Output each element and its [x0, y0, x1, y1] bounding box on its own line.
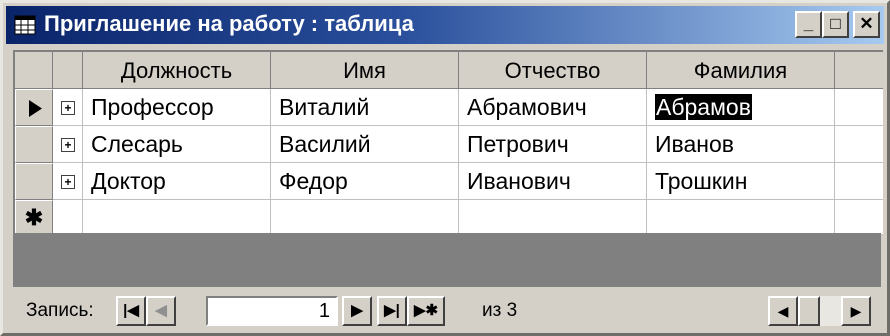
header-filler — [835, 52, 883, 89]
row-selector[interactable] — [15, 126, 53, 163]
table-cell[interactable]: Слесарь — [83, 126, 271, 163]
table-cell[interactable]: Профессор — [83, 89, 271, 126]
expand-column-header — [53, 52, 83, 89]
current-record-arrow-icon — [29, 100, 42, 117]
minimize-button[interactable]: _ — [795, 11, 822, 38]
column-header-label: Фамилия — [693, 58, 788, 83]
table-cell-selected[interactable]: Абрамов — [647, 89, 835, 126]
table-window: Приглашение на работу : таблица _ □ ✕ До… — [0, 0, 890, 336]
table-cell[interactable]: Федор — [271, 163, 459, 200]
row-filler — [835, 89, 883, 126]
row-selector[interactable] — [15, 89, 53, 126]
window-title: Приглашение на работу : таблица — [44, 11, 414, 36]
table-cell[interactable]: Василий — [271, 126, 459, 163]
new-record-cell[interactable] — [647, 200, 835, 235]
new-record-cell[interactable] — [83, 200, 271, 235]
datasheet-empty-area — [13, 233, 881, 287]
expand-toggle[interactable]: + — [53, 89, 83, 126]
record-navigation-bar: Запись: |◀ ◀ 1 ▶ ▶| ▶✱ из 3 ◀ ▶ — [13, 292, 881, 330]
column-header-label: Имя — [343, 58, 386, 83]
title-bar[interactable]: Приглашение на работу : таблица _ □ ✕ — [6, 6, 884, 44]
datasheet-grid: Должность Имя Отчество Фамилия + Професс… — [13, 50, 883, 235]
column-header-label: Должность — [120, 58, 233, 83]
column-header-otchestvo[interactable]: Отчество — [459, 52, 647, 89]
record-label: Запись: — [26, 300, 94, 321]
column-header-dolzhnost[interactable]: Должность — [83, 52, 271, 89]
row-filler — [835, 163, 883, 200]
close-button[interactable]: ✕ — [853, 11, 880, 38]
maximize-button[interactable]: □ — [822, 11, 849, 38]
column-header-imya[interactable]: Имя — [271, 52, 459, 89]
next-record-button[interactable]: ▶ — [342, 296, 372, 326]
horizontal-scrollbar[interactable]: ◀ ▶ — [768, 296, 871, 326]
new-record-cell[interactable] — [459, 200, 647, 235]
expand-toggle[interactable]: + — [53, 126, 83, 163]
new-record-icon: ✱ — [24, 205, 44, 230]
expand-toggle[interactable]: + — [53, 163, 83, 200]
new-record-button[interactable]: ▶✱ — [407, 296, 445, 326]
new-record-cell[interactable] — [271, 200, 459, 235]
column-header-label: Отчество — [504, 58, 601, 83]
first-record-button[interactable]: |◀ — [116, 296, 146, 326]
table-cell[interactable]: Доктор — [83, 163, 271, 200]
row-filler — [835, 126, 883, 163]
record-count: из 3 — [482, 300, 518, 321]
scroll-right-button[interactable]: ▶ — [841, 296, 871, 326]
table-cell[interactable]: Иванов — [647, 126, 835, 163]
table-cell[interactable]: Абрамович — [459, 89, 647, 126]
row-filler — [835, 200, 883, 235]
select-all-corner[interactable] — [15, 52, 53, 89]
datasheet-icon — [14, 15, 36, 35]
plus-icon: + — [61, 175, 75, 189]
table-cell[interactable]: Трошкин — [647, 163, 835, 200]
table-cell[interactable]: Петрович — [459, 126, 647, 163]
scroll-left-button[interactable]: ◀ — [768, 296, 798, 326]
column-header-familiya[interactable]: Фамилия — [647, 52, 835, 89]
expand-cell-empty — [53, 200, 83, 235]
table-cell[interactable]: Виталий — [271, 89, 459, 126]
current-record-field[interactable]: 1 — [206, 296, 338, 326]
new-record-selector[interactable]: ✱ — [15, 200, 53, 235]
table-cell[interactable]: Иванович — [459, 163, 647, 200]
last-record-button[interactable]: ▶| — [377, 296, 407, 326]
row-selector[interactable] — [15, 163, 53, 200]
selected-text: Абрамов — [655, 94, 752, 120]
plus-icon: + — [61, 138, 75, 152]
scroll-thumb[interactable] — [798, 296, 820, 326]
previous-record-button[interactable]: ◀ — [146, 296, 176, 326]
plus-icon: + — [61, 101, 75, 115]
